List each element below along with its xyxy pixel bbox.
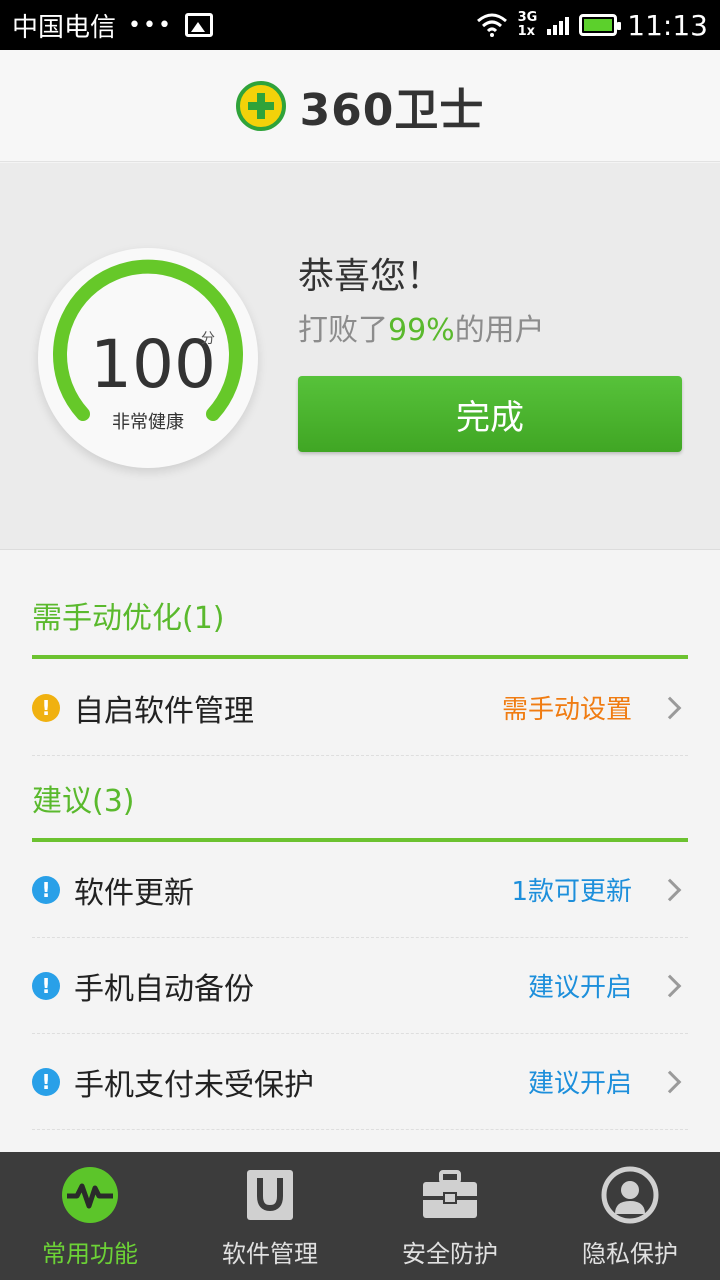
- carrier-name: 中国电信: [12, 12, 117, 43]
- user-shield-icon: [601, 1166, 659, 1224]
- score-unit: 分: [201, 331, 215, 347]
- shopping-bag-icon: [247, 1170, 293, 1220]
- chevron-right-icon: [658, 696, 682, 719]
- score-panel: 100 分 非常健康 恭喜您！ 打败了99%的用户 完成: [0, 163, 720, 550]
- nav-tab-privacy-protection[interactable]: 隐私保护: [540, 1152, 720, 1280]
- toolbox-icon: [423, 1170, 477, 1218]
- list-item-status: 建议开启: [527, 973, 632, 1003]
- app-logo-text: 360卫士: [299, 84, 485, 136]
- chevron-right-icon: [658, 878, 682, 901]
- list-item-label: 软件更新: [74, 875, 194, 911]
- nav-label: 隐私保护: [582, 1240, 678, 1268]
- notification-dots: •••: [128, 12, 173, 38]
- nav-label: 软件管理: [222, 1240, 318, 1268]
- list-item-autostart[interactable]: ! 自启软件管理 需手动设置: [32, 660, 688, 756]
- signal-strength-icon: [547, 15, 570, 35]
- list-item-auto-backup[interactable]: ! 手机自动备份 建议开启: [32, 938, 688, 1034]
- nav-tab-software-management[interactable]: 软件管理: [180, 1152, 360, 1280]
- chevron-right-icon: [658, 974, 682, 997]
- battery-icon: [579, 14, 622, 36]
- list-item-status: 建议开启: [527, 1069, 632, 1099]
- image-notification-icon: [184, 13, 213, 37]
- beat-percent: 99%: [388, 313, 455, 348]
- info-icon: !: [32, 875, 60, 904]
- list-item-label: 手机支付未受保护: [74, 1067, 314, 1103]
- list-item-status: 1款可更新: [511, 877, 632, 907]
- logo-icon: [235, 80, 286, 131]
- bottom-nav: 常用功能 软件管理 安全防护 隐私保护: [0, 1152, 720, 1280]
- health-score-gauge: 100 分 非常健康: [38, 248, 258, 468]
- info-icon: !: [32, 1067, 60, 1096]
- nav-tab-common-functions[interactable]: 常用功能: [0, 1152, 180, 1280]
- list-item-label: 自启软件管理: [74, 693, 254, 729]
- list-item-software-update[interactable]: ! 软件更新 1款可更新: [32, 842, 688, 938]
- section-divider: [32, 655, 688, 659]
- nav-label: 安全防护: [402, 1240, 498, 1268]
- chevron-right-icon: [658, 1070, 682, 1093]
- nav-label: 常用功能: [42, 1240, 138, 1268]
- status-bar: 中国电信 ••• 3G 1x 11:13: [0, 0, 720, 50]
- network-type: 3G 1x: [517, 10, 538, 39]
- clock: 11:13: [627, 8, 708, 42]
- done-button[interactable]: 完成: [298, 376, 682, 452]
- health-status: 非常健康: [112, 412, 184, 433]
- warning-icon: !: [32, 693, 60, 722]
- list-item-label: 手机自动备份: [74, 971, 254, 1007]
- nav-tab-security-protection[interactable]: 安全防护: [360, 1152, 540, 1280]
- section-title-manual: 需手动优化(1): [32, 601, 225, 636]
- pulse-icon: [62, 1167, 118, 1223]
- score-value: 100: [90, 326, 216, 403]
- app-header: 360卫士: [0, 50, 720, 162]
- beat-percent-text: 打败了99%的用户: [298, 313, 545, 348]
- section-title-suggest: 建议(3): [32, 784, 135, 819]
- list-item-status: 需手动设置: [501, 695, 632, 725]
- congrats-title: 恭喜您！: [298, 256, 443, 297]
- list-item-payment-protection[interactable]: ! 手机支付未受保护 建议开启: [32, 1034, 688, 1130]
- wifi-icon: [476, 13, 507, 37]
- info-icon: !: [32, 971, 60, 1000]
